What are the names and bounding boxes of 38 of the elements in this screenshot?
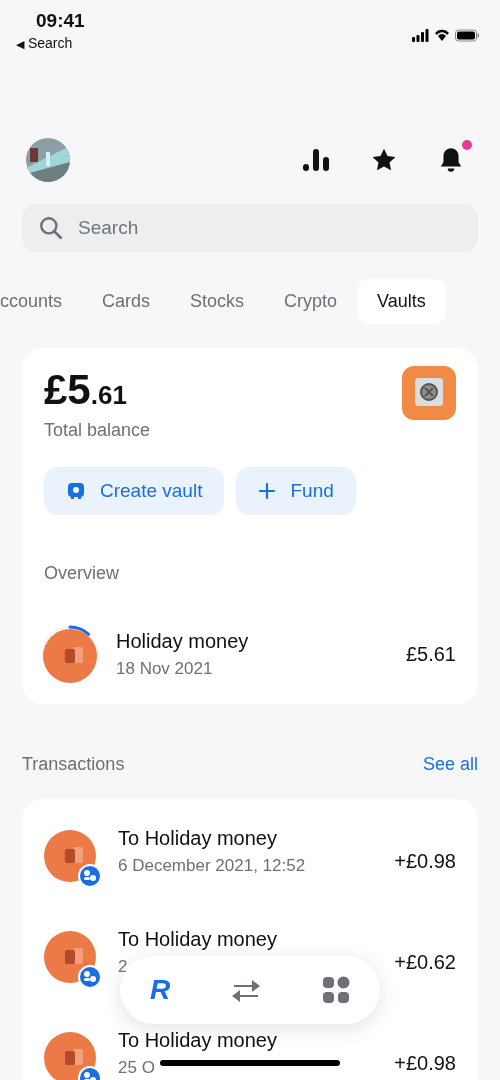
status-time: 09:41 — [35, 10, 85, 32]
home-tab[interactable]: R — [145, 970, 175, 1010]
action-button[interactable]: Create vault — [44, 467, 225, 515]
tab[interactable]: ccounts — [0, 278, 83, 324]
search-icon — [38, 215, 64, 241]
transaction-amount: +£0.62 — [394, 950, 456, 974]
safe-icon[interactable] — [402, 366, 456, 420]
section-title: Transactions — [22, 754, 125, 775]
transaction-amount: +£0.98 — [394, 1051, 456, 1075]
transaction-name: To Holiday money — [118, 1029, 277, 1052]
balance-label: Total balance — [44, 420, 151, 441]
vault-amount: £5.61 — [405, 642, 456, 666]
tab[interactable]: Cards — [82, 278, 171, 324]
transaction-name: To Holiday money — [118, 827, 277, 850]
search-field[interactable]: Search — [22, 204, 478, 252]
plus-icon — [258, 482, 277, 500]
transaction-amount: +£0.98 — [394, 849, 456, 873]
tab[interactable]: Vaults — [357, 278, 446, 324]
chart-icon[interactable] — [302, 147, 330, 173]
battery-icon — [455, 28, 480, 42]
section-title: Overview — [44, 563, 120, 584]
transaction-date: 2 — [118, 957, 128, 977]
vault-date: 18 Nov 2021 — [116, 658, 213, 679]
tab[interactable]: Crypto — [264, 278, 358, 324]
transaction-date: 25 O — [118, 1058, 155, 1078]
back-link[interactable]: ◀ Search — [16, 35, 85, 51]
vault-icon — [66, 481, 86, 501]
see-all-link[interactable]: See all — [422, 754, 478, 775]
vault-name: Holiday money — [116, 629, 249, 653]
notification-icon[interactable] — [438, 146, 464, 174]
signal-icon — [412, 27, 429, 43]
balance-amount: £5.61 — [44, 366, 128, 414]
transaction-name: To Holiday money — [118, 928, 277, 951]
wifi-icon — [434, 28, 450, 42]
transaction-date: 6 December 2021, 12:52 — [118, 856, 306, 876]
tab[interactable]: Stocks — [170, 278, 265, 324]
star-icon[interactable] — [370, 147, 398, 173]
action-button[interactable]: Fund — [236, 467, 356, 515]
